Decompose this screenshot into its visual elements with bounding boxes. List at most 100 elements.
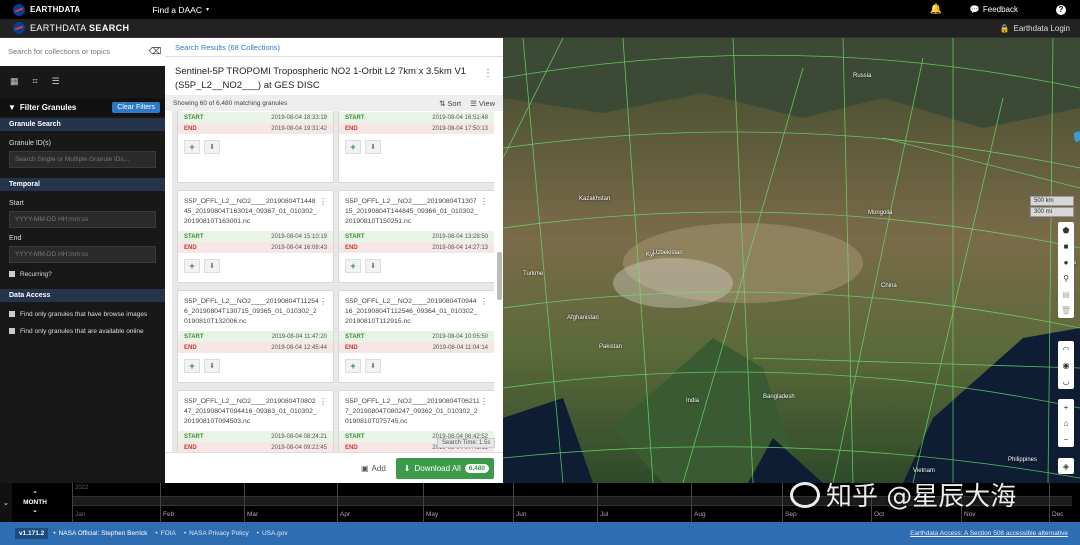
timeline-month[interactable]: May xyxy=(426,511,438,518)
granule-card[interactable]: S5P_OFFL_L2__NO2____20190804T144845_2019… xyxy=(177,190,334,283)
timeline-month[interactable]: Jul xyxy=(600,511,608,518)
clear-filters-button[interactable]: Clear Filters xyxy=(112,101,160,113)
add-granule-icon[interactable]: + xyxy=(184,259,200,273)
eraser-icon[interactable]: ⌫ xyxy=(145,37,165,66)
point-icon[interactable]: ⚲ xyxy=(1058,270,1074,286)
layers-icon[interactable]: ◈ xyxy=(1058,458,1074,474)
download-granule-icon[interactable]: ⬇ xyxy=(365,259,381,273)
online-option[interactable]: Find only granules that are available on… xyxy=(0,320,165,337)
timeline-month[interactable]: Feb xyxy=(163,511,174,518)
map-place-label: Pakistan xyxy=(599,344,623,350)
nasa-logo[interactable] xyxy=(13,3,25,16)
collection-search: ⌫ xyxy=(0,37,165,66)
bell-icon[interactable]: 🔔 xyxy=(929,4,941,15)
nasa-logo-small[interactable] xyxy=(13,22,25,34)
granule-end-row: END 2019-08-04 12:45:44 xyxy=(178,342,333,353)
granule-card[interactable]: S5P_OFFL_L2__NO2____20190804T094416_2019… xyxy=(338,290,494,383)
granule-card[interactable]: ⋮START2019-08-04 16:51:48END2019-08-04 1… xyxy=(338,111,494,183)
start-tag: START xyxy=(345,233,365,240)
chevron-down-icon[interactable]: ⌄ xyxy=(32,507,37,515)
download-all-button[interactable]: ⬇ Download All 6,480 xyxy=(395,457,494,479)
zoom-out-icon[interactable]: − xyxy=(1058,431,1074,447)
online-checkbox[interactable] xyxy=(9,328,15,334)
foia-link[interactable]: • FOIA xyxy=(155,530,175,537)
download-granule-icon[interactable]: ⬇ xyxy=(204,140,220,154)
view-button[interactable]: ☰ View xyxy=(470,99,495,108)
granule-card[interactable]: S5P_OFFL_L2__NO2____20190804T130715_2019… xyxy=(338,190,494,283)
add-granule-icon[interactable]: + xyxy=(345,259,361,273)
download-granule-icon[interactable]: ⬇ xyxy=(365,140,381,154)
home-icon[interactable]: ⌂ xyxy=(1058,415,1074,431)
collection-menu-icon[interactable]: ⋮ xyxy=(483,67,493,81)
crop-icon[interactable]: ⌗ xyxy=(33,76,38,87)
granule-card[interactable]: ⋮START2019-08-04 18:33:19END2019-08-04 1… xyxy=(177,111,334,183)
recurring-checkbox[interactable] xyxy=(9,271,15,277)
sliders-icon[interactable]: ☰ xyxy=(52,76,60,87)
privacy-link[interactable]: • NASA Privacy Policy xyxy=(184,530,249,537)
timeline-month[interactable]: Mar xyxy=(247,511,258,518)
collection-search-input[interactable] xyxy=(0,37,145,66)
download-granule-icon[interactable]: ⬇ xyxy=(204,259,220,273)
feedback-label: Feedback xyxy=(982,5,1018,14)
browse-images-option[interactable]: Find only granules that have browse imag… xyxy=(0,302,165,320)
granule-name: S5P_OFFL_L2__NO2____20190804T144845_2019… xyxy=(184,198,317,225)
timeline-collapse-icon[interactable]: ⌄ xyxy=(0,483,12,522)
shapefile-icon[interactable]: ▤ xyxy=(1058,286,1074,302)
timeline-month[interactable]: Aug xyxy=(694,511,706,518)
timeline-month[interactable]: Apr xyxy=(340,511,350,518)
antarctic-projection-icon[interactable]: ◡ xyxy=(1058,373,1074,389)
map-view[interactable]: Russia Kazakhstan Mongolia Uzbekistan Turkme… xyxy=(503,38,1080,483)
timeline-zoom[interactable]: ⌃ MONTH ⌄ xyxy=(14,483,56,522)
granule-ids-input[interactable]: Search Single or Multiple Granule IDs... xyxy=(9,151,156,168)
timeline-month[interactable]: Dec xyxy=(1052,511,1064,518)
timeline-month-divider xyxy=(597,483,598,522)
granule-card[interactable]: S5P_OFFL_L2__NO2____20190804T112546_2019… xyxy=(177,290,334,383)
start-time: 2019-08-04 11:47:20 xyxy=(271,333,327,340)
map-place-label: Philippines xyxy=(1008,457,1038,463)
feedback-link[interactable]: 💬 Feedback xyxy=(970,5,1018,14)
data-access-section: Data Access xyxy=(0,289,165,302)
granule-menu-icon[interactable]: ⋮ xyxy=(319,197,327,206)
chevron-up-icon[interactable]: ⌃ xyxy=(32,491,37,499)
download-granule-icon[interactable]: ⬇ xyxy=(204,359,220,373)
results-scrollbar[interactable] xyxy=(497,252,502,300)
granule-menu-icon[interactable]: ⋮ xyxy=(319,397,327,406)
globe-icon[interactable]: ◉ xyxy=(1058,357,1074,373)
add-label: Add xyxy=(371,463,386,473)
add-button[interactable]: ▣ Add xyxy=(361,464,386,473)
help-icon[interactable]: ? xyxy=(1056,4,1066,15)
add-granule-icon[interactable]: + xyxy=(184,140,200,154)
usa-gov-label: USA.gov xyxy=(261,530,288,537)
rectangle-icon[interactable]: ■ xyxy=(1058,238,1074,254)
zoom-in-icon[interactable]: + xyxy=(1058,399,1074,415)
sort-button[interactable]: ⇅ Sort xyxy=(439,99,461,108)
granule-card[interactable]: S5P_OFFL_L2__NO2____20190804T080247_2019… xyxy=(177,390,334,453)
granule-menu-icon[interactable]: ⋮ xyxy=(480,297,488,306)
polygon-icon[interactable]: ⬟ xyxy=(1058,222,1074,238)
recurring-option[interactable]: Recurring? xyxy=(0,263,165,280)
timeline-month[interactable]: Jun xyxy=(516,511,526,518)
download-granule-icon[interactable]: ⬇ xyxy=(365,359,381,373)
earthdata-login-button[interactable]: 🔒 Earthdata Login xyxy=(1000,24,1070,33)
earthdata-brand[interactable]: EARTHDATA xyxy=(30,5,80,14)
trash-icon[interactable]: 🗑 xyxy=(1058,302,1074,318)
circle-icon[interactable]: ● xyxy=(1058,254,1074,270)
end-date-input[interactable]: YYYY-MM-DD HH:mm:ss xyxy=(9,246,156,263)
browse-images-checkbox[interactable] xyxy=(9,311,15,317)
timeline-month[interactable]: Jan xyxy=(75,511,85,518)
earthdata-search-brand[interactable]: EARTHDATA SEARCH xyxy=(30,23,129,33)
add-granule-icon[interactable]: + xyxy=(345,359,361,373)
add-granule-icon[interactable]: + xyxy=(345,140,361,154)
find-daac-menu[interactable]: Find a DAAC ▾ xyxy=(152,5,209,15)
granule-menu-icon[interactable]: ⋮ xyxy=(319,297,327,306)
search-results-breadcrumb[interactable]: Search Results (68 Collections) xyxy=(165,38,503,57)
earthdata-access-link[interactable]: Earthdata Access: A Section 508 accessib… xyxy=(910,530,1068,537)
granule-menu-icon[interactable]: ⋮ xyxy=(480,397,488,406)
app-header: EARTHDATA SEARCH 🔒 Earthdata Login xyxy=(0,19,1080,38)
arctic-projection-icon[interactable]: ◠ xyxy=(1058,341,1074,357)
calendar-icon[interactable]: ▦ xyxy=(10,76,19,87)
usa-gov-link[interactable]: • USA.gov xyxy=(257,530,288,537)
start-date-input[interactable]: YYYY-MM-DD HH:mm:ss xyxy=(9,211,156,228)
granule-menu-icon[interactable]: ⋮ xyxy=(480,197,488,206)
add-granule-icon[interactable]: + xyxy=(184,359,200,373)
